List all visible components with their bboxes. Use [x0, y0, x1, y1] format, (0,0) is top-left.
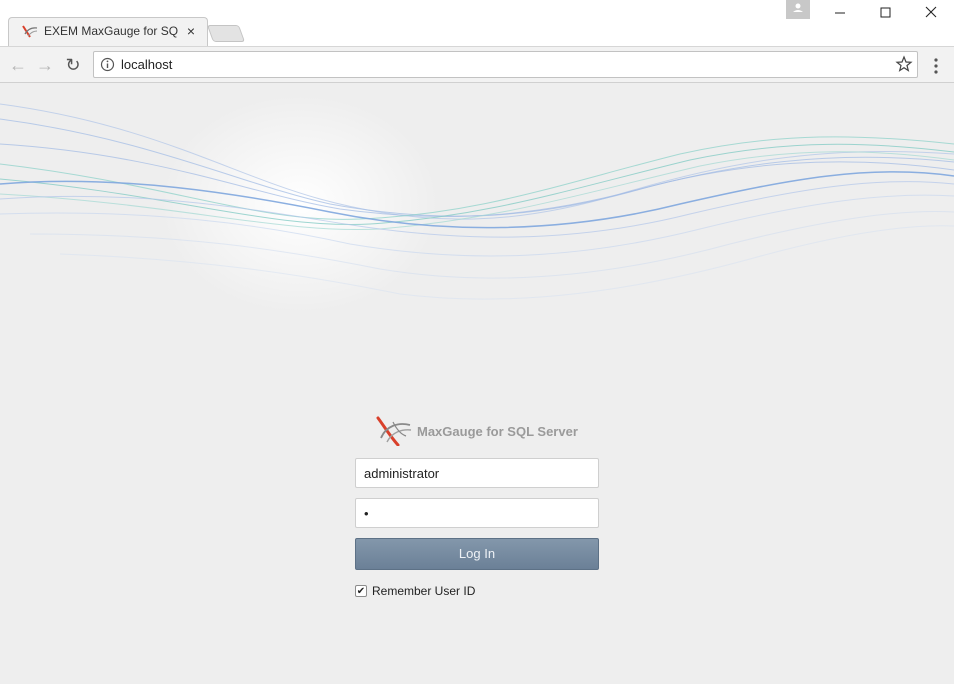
checkbox-check-icon[interactable]: ✔ — [355, 585, 367, 597]
login-button[interactable]: Log In — [355, 538, 599, 570]
browser-titlebar: EXEM MaxGauge for SQL × — [0, 0, 954, 46]
maximize-icon[interactable] — [866, 2, 906, 24]
star-icon[interactable] — [895, 55, 913, 73]
exem-logo-icon — [376, 416, 412, 447]
product-logo: MaxGauge for SQL Server — [376, 416, 586, 448]
remember-label[interactable]: Remember User ID — [372, 584, 532, 599]
info-icon[interactable] — [100, 57, 115, 72]
back-icon[interactable]: ← — [8, 55, 28, 75]
menu-icon[interactable] — [928, 56, 944, 76]
exem-favicon-icon — [22, 25, 38, 39]
decorative-wave-banner — [0, 94, 954, 314]
browser-toolbar: ← → ↻ localhost — [0, 46, 954, 83]
active-tab-content[interactable]: EXEM MaxGauge for SQL × — [8, 17, 208, 46]
new-tab-button[interactable] — [206, 25, 246, 42]
close-window-icon[interactable] — [912, 2, 952, 24]
password-input[interactable] — [355, 498, 599, 528]
tab-title: EXEM MaxGauge for SQL — [44, 24, 178, 38]
login-page: MaxGauge for SQL Server Log In ✔ Remembe… — [0, 84, 954, 684]
reload-icon[interactable]: ↻ — [63, 55, 83, 75]
username-input[interactable] — [355, 458, 599, 488]
forward-icon[interactable]: → — [35, 55, 55, 75]
remember-user-id[interactable]: ✔ Remember User ID — [355, 584, 535, 600]
close-icon[interactable]: × — [184, 23, 198, 39]
product-name: MaxGauge for SQL Server — [417, 424, 578, 439]
minimize-icon[interactable] — [820, 2, 860, 24]
profile-icon[interactable] — [786, 0, 810, 19]
address-bar[interactable]: localhost — [93, 51, 918, 78]
address-text[interactable]: localhost — [121, 57, 421, 73]
